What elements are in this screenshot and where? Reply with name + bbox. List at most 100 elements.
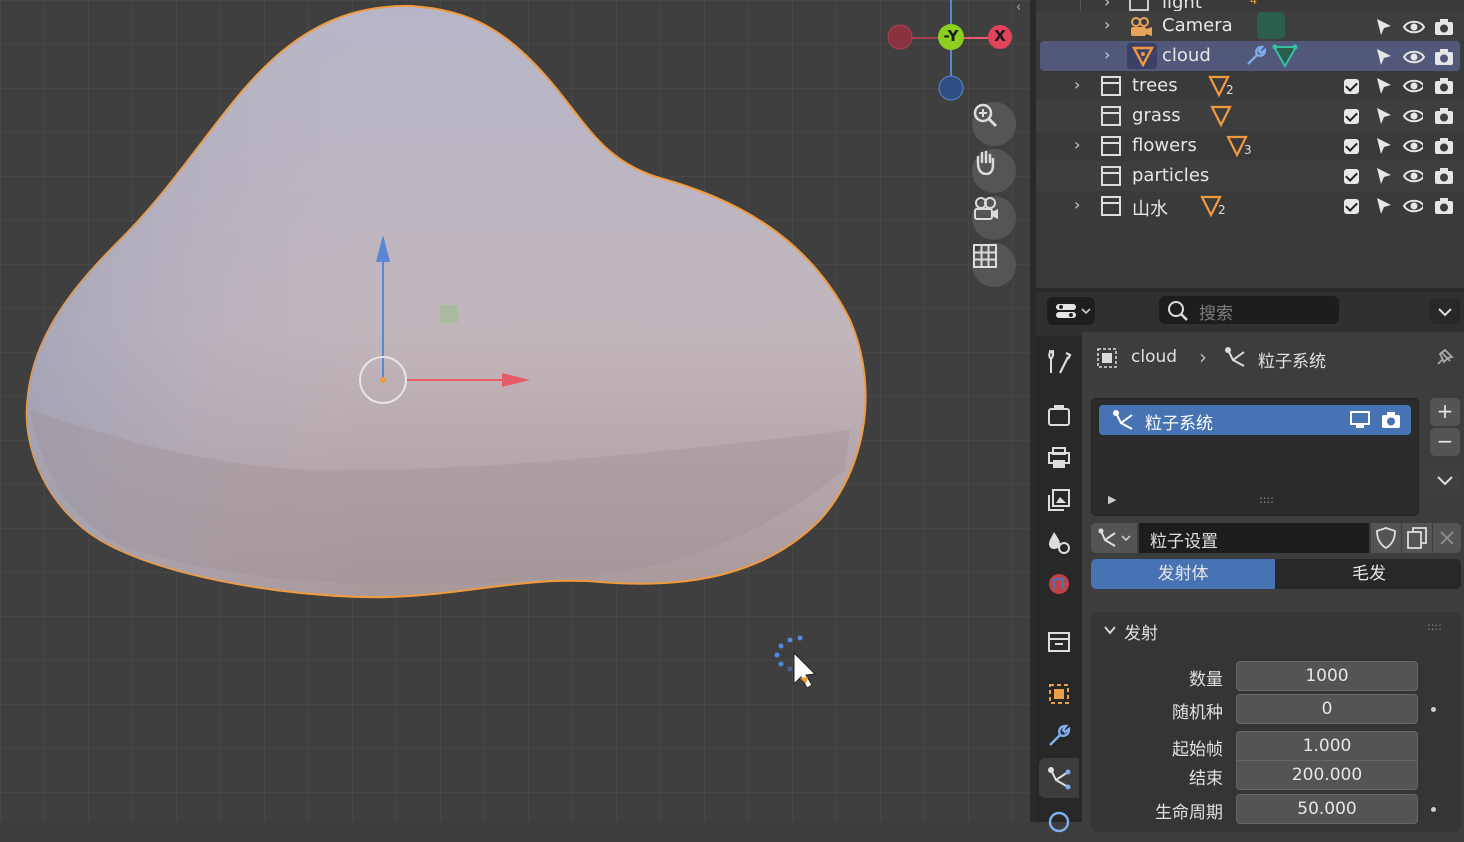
select-arrow-icon[interactable] <box>1374 76 1394 96</box>
chevron-right-icon[interactable]: › <box>1074 137 1088 153</box>
render-camera-icon[interactable] <box>1433 136 1453 156</box>
lifetime-field[interactable]: 50.000 <box>1236 794 1418 824</box>
zoom-button[interactable] <box>972 102 1016 146</box>
ortho-toggle-button[interactable] <box>972 243 1016 287</box>
tab-view-layer[interactable] <box>1039 480 1079 520</box>
render-camera-icon[interactable] <box>1433 106 1453 126</box>
frame-end-field[interactable]: 200.000 <box>1236 760 1418 790</box>
eye-icon[interactable] <box>1403 136 1423 156</box>
properties-tabs <box>1036 336 1082 833</box>
frame-start-field[interactable]: 1.000 <box>1236 731 1418 761</box>
navigation-axis-gizmo[interactable] <box>887 0 1012 101</box>
drag-grip-icon[interactable]: :::: <box>1427 620 1442 633</box>
eye-icon[interactable] <box>1403 47 1425 67</box>
3d-viewport[interactable]: -Y X ‹ <box>0 0 1030 822</box>
seed-field[interactable]: 0 <box>1236 694 1418 724</box>
exclude-checkbox[interactable] <box>1344 199 1359 214</box>
properties-header: 搜索 <box>1036 292 1464 332</box>
tab-render[interactable] <box>1039 396 1079 436</box>
mesh-object-icon[interactable] <box>1210 104 1234 128</box>
cloud-object[interactable] <box>25 4 867 599</box>
outliner-row-grass[interactable]: grass <box>1036 101 1464 131</box>
tab-tool[interactable] <box>1039 342 1079 382</box>
chevron-right-icon[interactable]: › <box>1104 0 1118 10</box>
select-arrow-icon[interactable] <box>1374 17 1394 37</box>
render-camera-icon[interactable] <box>1433 196 1453 216</box>
count-field[interactable]: 1000 <box>1236 661 1418 691</box>
properties-search-input[interactable]: 搜索 <box>1159 296 1339 324</box>
render-camera-icon[interactable] <box>1433 166 1453 186</box>
type-emitter-option[interactable]: 发射体 <box>1091 559 1275 589</box>
render-camera-icon[interactable] <box>1433 17 1455 37</box>
remove-particle-system-button[interactable]: − <box>1430 428 1460 456</box>
unlink-button[interactable] <box>1433 523 1461 553</box>
outliner-row-flowers[interactable]: › flowers 3 <box>1036 131 1464 161</box>
output-printer-icon <box>1048 447 1070 468</box>
mesh-data-icon[interactable] <box>1272 44 1298 68</box>
outliner-row-trees[interactable]: › trees 2 <box>1036 71 1464 101</box>
options-dropdown[interactable] <box>1430 298 1460 324</box>
tool-icon <box>1048 349 1072 374</box>
camera-view-button[interactable] <box>972 196 1016 240</box>
chevron-left-icon[interactable]: ‹ <box>1016 0 1030 16</box>
chevron-right-icon[interactable]: › <box>1074 197 1088 213</box>
chevron-right-icon[interactable]: › <box>1074 77 1088 93</box>
tab-world[interactable] <box>1039 564 1079 604</box>
tab-output[interactable] <box>1039 438 1079 478</box>
properties-editor[interactable]: 搜索 cloud › 粒子系统 粒子系统 ▶:::: + − 粒子设置 发射体… <box>1036 292 1464 833</box>
particle-settings-selector[interactable]: 粒子设置 <box>1091 523 1461 553</box>
tab-object[interactable] <box>1039 674 1079 714</box>
render-camera-icon[interactable] <box>1433 76 1453 96</box>
particle-system-list-item[interactable]: 粒子系统 <box>1099 405 1411 435</box>
eye-icon[interactable] <box>1403 106 1423 126</box>
exclude-checkbox[interactable] <box>1344 109 1359 124</box>
render-camera-icon[interactable] <box>1380 410 1402 430</box>
duplicate-button[interactable] <box>1402 523 1432 553</box>
outliner-row-camera[interactable]: › Camera <box>1036 11 1464 41</box>
fake-user-button[interactable] <box>1371 523 1401 553</box>
tab-collection[interactable] <box>1039 622 1079 662</box>
eye-icon[interactable] <box>1403 76 1423 96</box>
specials-dropdown-button[interactable] <box>1430 466 1460 494</box>
pin-icon[interactable] <box>1432 346 1456 370</box>
render-camera-icon[interactable] <box>1433 47 1455 67</box>
play-triangle-icon[interactable]: ▶ <box>1108 493 1116 506</box>
eye-icon[interactable] <box>1403 196 1423 216</box>
particle-type-toggle[interactable]: 发射体 毛发 <box>1091 559 1461 589</box>
keyframe-dot[interactable] <box>1431 707 1436 712</box>
pan-button[interactable] <box>972 149 1016 193</box>
tab-scene[interactable] <box>1039 522 1079 562</box>
object-square-icon <box>1097 348 1117 368</box>
select-arrow-icon[interactable] <box>1374 196 1394 216</box>
settings-name-field[interactable]: 粒子设置 <box>1139 523 1369 553</box>
editor-type-dropdown[interactable] <box>1047 297 1095 325</box>
tab-particles[interactable] <box>1039 758 1079 798</box>
select-arrow-icon[interactable] <box>1374 106 1394 126</box>
keyframe-dot[interactable] <box>1431 807 1436 812</box>
emission-panel-header[interactable]: 发射 :::: <box>1091 612 1461 648</box>
chevron-right-icon[interactable]: › <box>1104 17 1118 33</box>
outliner-row-particles[interactable]: particles <box>1036 161 1464 191</box>
camera-data-icon[interactable] <box>1257 12 1285 39</box>
outliner-row-shanshui[interactable]: › 山水 2 <box>1036 191 1464 221</box>
eye-icon[interactable] <box>1403 166 1423 186</box>
chevron-right-icon[interactable]: › <box>1104 47 1118 63</box>
select-arrow-icon[interactable] <box>1374 136 1394 156</box>
outliner[interactable]: › light 4 › Camera › cloud › trees 2 gra… <box>1036 0 1464 288</box>
wrench-modifier-icon[interactable] <box>1244 45 1268 67</box>
eye-icon[interactable] <box>1403 17 1425 37</box>
particle-system-list[interactable]: 粒子系统 ▶ :::: <box>1091 398 1419 516</box>
outliner-row-cloud[interactable]: › cloud <box>1040 41 1460 71</box>
exclude-checkbox[interactable] <box>1344 79 1359 94</box>
browse-settings-button[interactable] <box>1091 523 1137 553</box>
select-arrow-icon[interactable] <box>1374 166 1394 186</box>
monitor-viewport-icon[interactable] <box>1349 410 1371 430</box>
exclude-checkbox[interactable] <box>1344 169 1359 184</box>
tab-physics[interactable] <box>1039 802 1079 842</box>
add-particle-system-button[interactable]: + <box>1430 398 1460 426</box>
select-arrow-icon[interactable] <box>1374 47 1394 67</box>
resize-grip-icon[interactable]: :::: <box>1259 493 1274 506</box>
type-hair-option[interactable]: 毛发 <box>1277 559 1461 589</box>
exclude-checkbox[interactable] <box>1344 139 1359 154</box>
tab-modifiers[interactable] <box>1039 716 1079 756</box>
